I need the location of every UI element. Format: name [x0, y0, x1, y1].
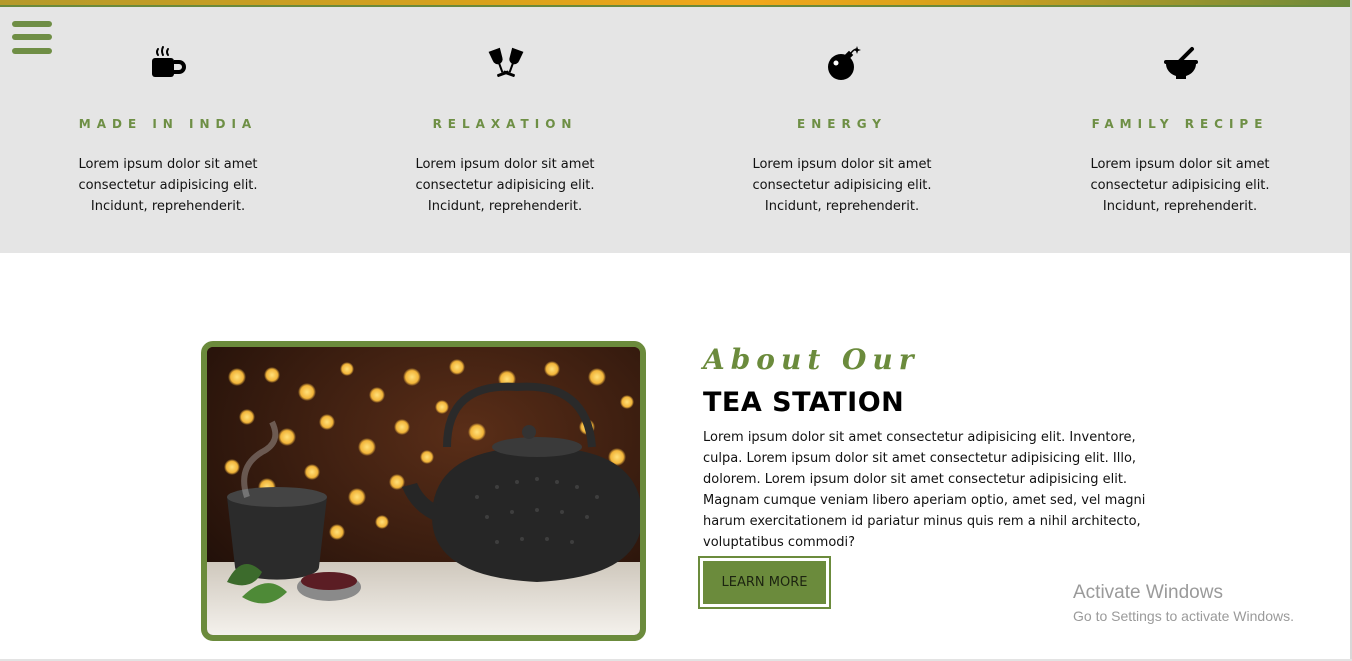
feature-description: Lorem ipsum dolor sit amet consectetur a… — [415, 157, 595, 214]
features-section: MADE IN INDIA Lorem ipsum dolor sit amet… — [0, 7, 1350, 253]
hamburger-bar — [12, 48, 52, 54]
watermark-subtitle: Go to Settings to activate Windows. — [1073, 608, 1294, 624]
feature-title: MADE IN INDIA — [78, 117, 258, 131]
learn-more-button[interactable]: LEARN MORE — [698, 556, 831, 609]
feature-description: Lorem ipsum dolor sit amet consectetur a… — [752, 157, 932, 214]
about-teapot-image — [201, 341, 646, 641]
hamburger-bar — [12, 21, 52, 27]
feature-title: ENERGY — [797, 117, 887, 131]
coffee-cup-icon — [152, 46, 186, 77]
mortar-pestle-icon — [1164, 47, 1198, 79]
feature-description: Lorem ipsum dolor sit amet consectetur a… — [1090, 157, 1270, 214]
feature-title: FAMILY RECIPE — [1091, 117, 1269, 131]
watermark-title: Activate Windows — [1073, 582, 1223, 603]
feature-description: Lorem ipsum dolor sit amet consectetur a… — [78, 157, 258, 214]
hamburger-bar — [12, 34, 52, 40]
windows-activation-watermark: Activate Windows Go to Settings to activ… — [1073, 582, 1294, 624]
teapot-photo — [207, 347, 640, 635]
glasses-cheers-icon — [488, 47, 524, 77]
about-title: TEA STATION — [703, 387, 905, 418]
learn-more-button-label: LEARN MORE — [703, 561, 826, 604]
about-kicker: About Our — [703, 343, 920, 376]
hamburger-menu-icon[interactable] — [12, 21, 52, 57]
bomb-icon — [828, 46, 861, 80]
about-text: Lorem ipsum dolor sit amet consectetur a… — [703, 430, 1146, 550]
top-accent-strip — [0, 0, 1352, 7]
feature-title: RELAXATION — [432, 117, 578, 131]
